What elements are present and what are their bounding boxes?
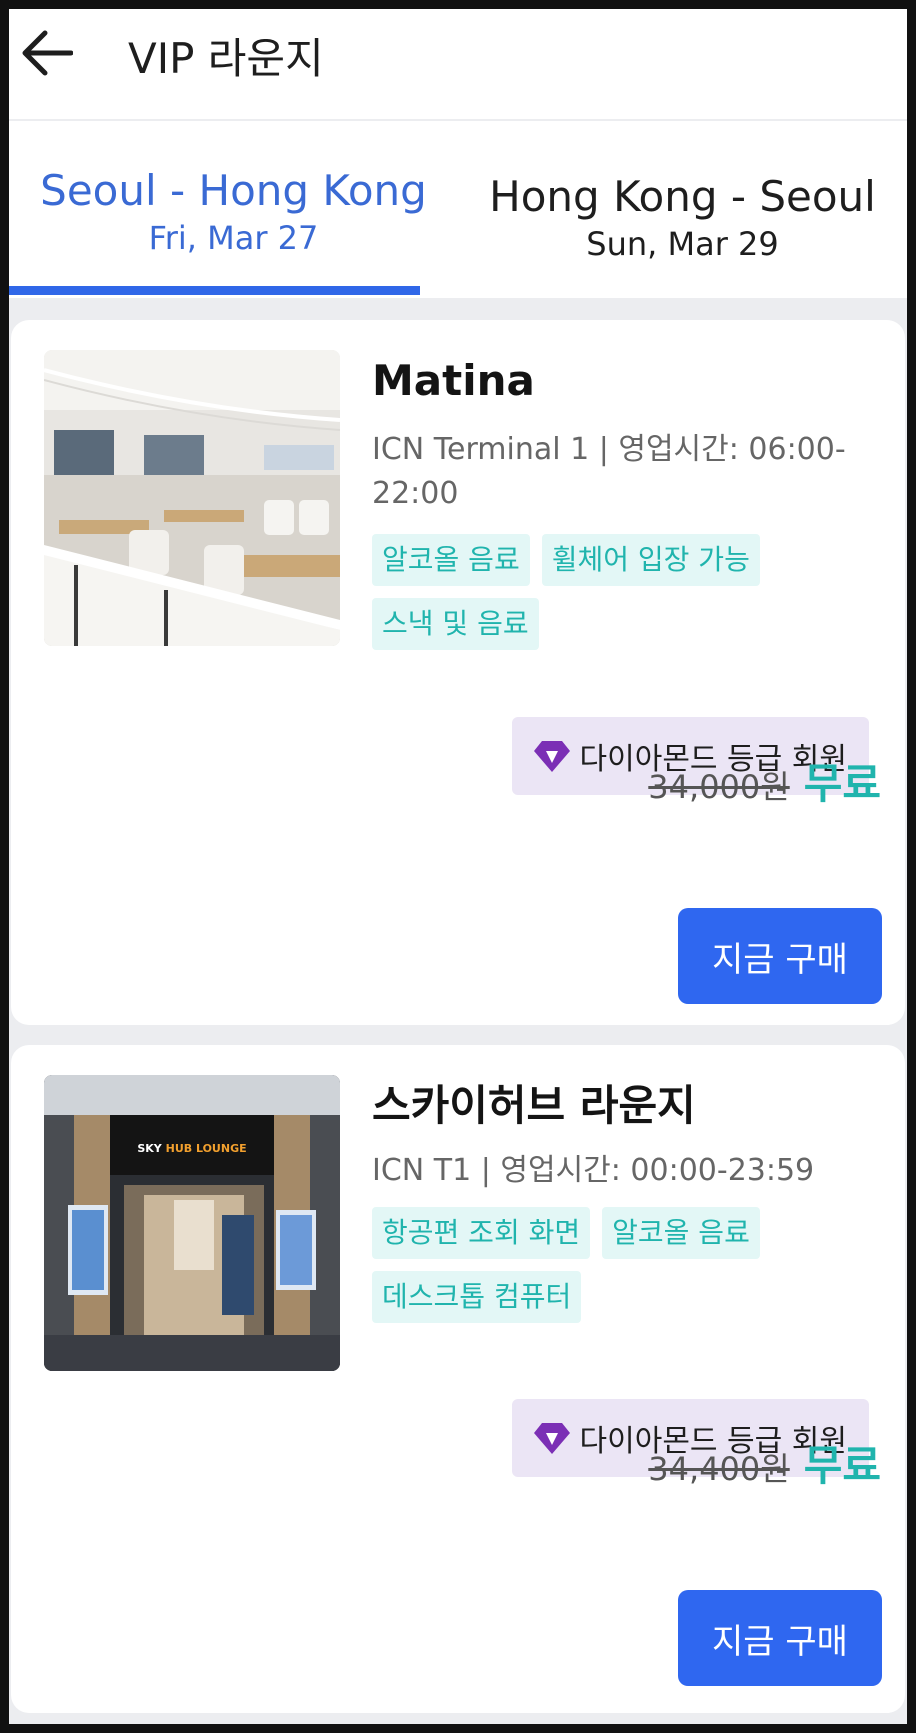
lounge-location: ICN T1 | 영업시간: 00:00-23:59 (372, 1153, 815, 1188)
lounge-photo (44, 350, 340, 646)
active-tab-indicator (9, 286, 420, 295)
original-price: 34,000원 (648, 768, 790, 806)
amenity-tag: 스낵 및 음료 (372, 598, 539, 650)
buy-now-button[interactable]: 지금 구매 (678, 908, 882, 1004)
final-price: 무료 (803, 1441, 881, 1490)
tab-route-label: Seoul - Hong Kong (40, 166, 427, 215)
amenity-tag: 알코올 음료 (372, 534, 530, 586)
lounge-location: ICN Terminal 1 | 영업시간: 06:00-22:00 (372, 432, 846, 511)
price-row: 34,000원 무료 (648, 750, 881, 811)
tab-date-label: Sun, Mar 29 (586, 225, 779, 263)
route-tabs: Seoul - Hong Kong Fri, Mar 27 Hong Kong … (9, 121, 907, 298)
price-row: 34,400원 무료 (648, 1432, 881, 1493)
amenity-tag: 데스크톱 컴퓨터 (372, 1271, 582, 1323)
diamond-icon (532, 1418, 572, 1458)
buy-now-button[interactable]: 지금 구매 (678, 1590, 882, 1686)
lounge-name: Matina (372, 356, 535, 405)
lounge-name: 스카이허브 라운지 (372, 1081, 696, 1130)
page-title: VIP 라운지 (128, 34, 324, 83)
lounge-info: 스카이허브 라운지 ICN T1 | 영업시간: 00:00-23:59 항공편… (372, 1077, 872, 1323)
svg-text:SKY HUB LOUNGE: SKY HUB LOUNGE (137, 1142, 246, 1155)
arrow-left-icon (22, 30, 73, 76)
app-header: VIP 라운지 (9, 9, 907, 119)
tab-date-label: Fri, Mar 27 (148, 219, 319, 257)
tab-route-label: Hong Kong - Seoul (489, 172, 876, 221)
lounge-info: Matina ICN Terminal 1 | 영업시간: 06:00-22:0… (372, 352, 872, 650)
app-screen: VIP 라운지 Seoul - Hong Kong Fri, Mar 27 Ho… (9, 9, 907, 1724)
lounge-card: Matina ICN Terminal 1 | 영업시간: 06:00-22:0… (11, 320, 905, 1025)
amenity-tag: 알코올 음료 (602, 1207, 760, 1259)
tab-return[interactable]: Hong Kong - Seoul Sun, Mar 29 (458, 121, 907, 298)
tab-outbound[interactable]: Seoul - Hong Kong Fri, Mar 27 (9, 121, 458, 298)
lounge-photo: SKY HUB LOUNGE (44, 1075, 340, 1371)
amenity-tag: 휠체어 입장 가능 (541, 534, 760, 586)
diamond-icon (532, 736, 572, 776)
amenity-tags: 알코올 음료 휠체어 입장 가능 스낵 및 음료 (372, 534, 872, 650)
back-button[interactable] (15, 21, 79, 85)
original-price: 34,400원 (648, 1450, 790, 1488)
lounge-card: SKY HUB LOUNGE 스카이허브 라운지 ICN T1 | 영업시간: … (11, 1045, 905, 1713)
amenity-tags: 항공편 조회 화면 알코올 음료 데스크톱 컴퓨터 (372, 1207, 872, 1323)
amenity-tag: 항공편 조회 화면 (372, 1207, 591, 1259)
final-price: 무료 (803, 759, 881, 808)
